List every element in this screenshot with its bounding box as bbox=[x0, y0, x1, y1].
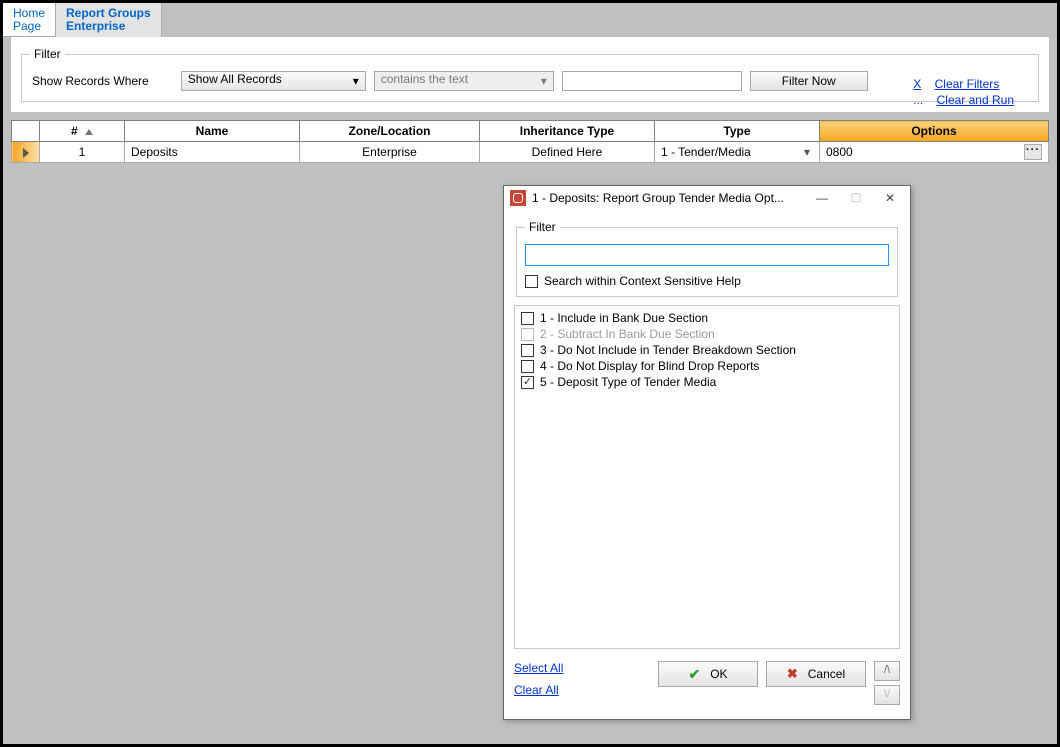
maximize-button[interactable]: ☐ bbox=[842, 191, 870, 205]
ok-button[interactable]: ✔ OK bbox=[658, 661, 758, 687]
clear-run-dots[interactable]: ... bbox=[913, 93, 923, 107]
options-list: 1 - Include in Bank Due Section 2 - Subtr… bbox=[514, 305, 900, 649]
col-options[interactable]: Options bbox=[820, 121, 1049, 142]
col-type[interactable]: Type bbox=[655, 121, 820, 142]
chevron-down-icon[interactable]: ▾ bbox=[801, 145, 813, 159]
chevron-down-icon: ▾ bbox=[353, 74, 359, 88]
cancel-button[interactable]: ✖ Cancel bbox=[766, 661, 866, 687]
cell-name[interactable]: Deposits bbox=[125, 142, 300, 163]
oracle-icon bbox=[510, 190, 526, 206]
move-up-button[interactable]: /\ bbox=[874, 661, 900, 681]
col-zone[interactable]: Zone/Location bbox=[300, 121, 480, 142]
chevron-down-icon: ▾ bbox=[541, 74, 547, 88]
option-checkbox[interactable] bbox=[521, 312, 534, 325]
dialog-title: 1 - Deposits: Report Group Tender Media … bbox=[532, 191, 802, 205]
filter-label: Show Records Where bbox=[32, 74, 149, 88]
options-ellipsis-button[interactable]: ··· bbox=[1024, 144, 1042, 160]
cell-options[interactable]: 0800 ··· bbox=[820, 142, 1049, 163]
option-label: 1 - Include in Bank Due Section bbox=[540, 311, 708, 325]
cancel-button-label: Cancel bbox=[808, 667, 845, 681]
table-row[interactable]: 1 Deposits Enterprise Defined Here 1 - T… bbox=[12, 142, 1049, 163]
filter-select-operator[interactable]: contains the text ▾ bbox=[374, 71, 554, 91]
option-label: 4 - Do Not Display for Blind Drop Report… bbox=[540, 359, 759, 373]
option-label: 5 - Deposit Type of Tender Media bbox=[540, 375, 716, 389]
option-checkbox[interactable] bbox=[521, 344, 534, 357]
col-rowheader bbox=[12, 121, 40, 142]
filter-select-operator-value: contains the text bbox=[381, 72, 468, 86]
dialog-filter-input[interactable] bbox=[525, 244, 889, 266]
option-item[interactable]: 5 - Deposit Type of Tender Media bbox=[521, 374, 893, 390]
options-dialog: 1 - Deposits: Report Group Tender Media … bbox=[503, 185, 911, 720]
cell-zone: Enterprise bbox=[300, 142, 480, 163]
tab-home-page[interactable]: Home Page bbox=[3, 3, 56, 37]
filter-select-records[interactable]: Show All Records ▾ bbox=[181, 71, 366, 91]
col-inheritance[interactable]: Inheritance Type bbox=[480, 121, 655, 142]
checkmark-icon: ✔ bbox=[688, 666, 700, 683]
filter-select-records-value: Show All Records bbox=[188, 72, 282, 86]
cell-type[interactable]: 1 - Tender/Media ▾ bbox=[655, 142, 820, 163]
col-number[interactable]: # bbox=[40, 121, 125, 142]
sort-asc-icon bbox=[85, 129, 93, 135]
close-button[interactable]: ✕ bbox=[876, 191, 904, 205]
clear-filters-x-link[interactable]: X bbox=[913, 77, 921, 91]
filter-text-input[interactable] bbox=[562, 71, 742, 91]
dialog-filter-legend: Filter bbox=[525, 220, 560, 234]
clear-all-link[interactable]: Clear All bbox=[514, 683, 594, 697]
filter-legend: Filter bbox=[30, 47, 65, 61]
search-help-checkbox[interactable] bbox=[525, 275, 538, 288]
row-arrow-icon bbox=[23, 148, 29, 158]
minimize-button[interactable]: — bbox=[808, 191, 836, 205]
option-item[interactable]: 1 - Include in Bank Due Section bbox=[521, 310, 893, 326]
clear-filters-link[interactable]: Clear Filters bbox=[935, 77, 1000, 91]
option-label: 3 - Do Not Include in Tender Breakdown S… bbox=[540, 343, 796, 357]
move-down-button[interactable]: \/ bbox=[874, 685, 900, 705]
cell-options-value: 0800 bbox=[826, 145, 1020, 159]
option-item[interactable]: 3 - Do Not Include in Tender Breakdown S… bbox=[521, 342, 893, 358]
clear-and-run-link[interactable]: Clear and Run bbox=[937, 93, 1014, 107]
col-number-label: # bbox=[71, 124, 78, 138]
select-all-link[interactable]: Select All bbox=[514, 661, 594, 675]
option-item: 2 - Subtract In Bank Due Section bbox=[521, 326, 893, 342]
col-name[interactable]: Name bbox=[125, 121, 300, 142]
search-help-label: Search within Context Sensitive Help bbox=[544, 274, 741, 288]
option-label: 2 - Subtract In Bank Due Section bbox=[540, 327, 715, 341]
option-item[interactable]: 4 - Do Not Display for Blind Drop Report… bbox=[521, 358, 893, 374]
cell-inheritance: Defined Here bbox=[480, 142, 655, 163]
row-indicator bbox=[12, 142, 40, 163]
ok-button-label: OK bbox=[710, 667, 727, 681]
option-checkbox[interactable] bbox=[521, 360, 534, 373]
x-icon: ✖ bbox=[787, 666, 798, 682]
filter-now-button[interactable]: Filter Now bbox=[750, 71, 868, 91]
cell-type-value: 1 - Tender/Media bbox=[661, 145, 751, 159]
tab-report-groups-enterprise[interactable]: Report Groups Enterprise bbox=[56, 3, 162, 37]
cell-number: 1 bbox=[40, 142, 125, 163]
option-checkbox bbox=[521, 328, 534, 341]
option-checkbox[interactable] bbox=[521, 376, 534, 389]
